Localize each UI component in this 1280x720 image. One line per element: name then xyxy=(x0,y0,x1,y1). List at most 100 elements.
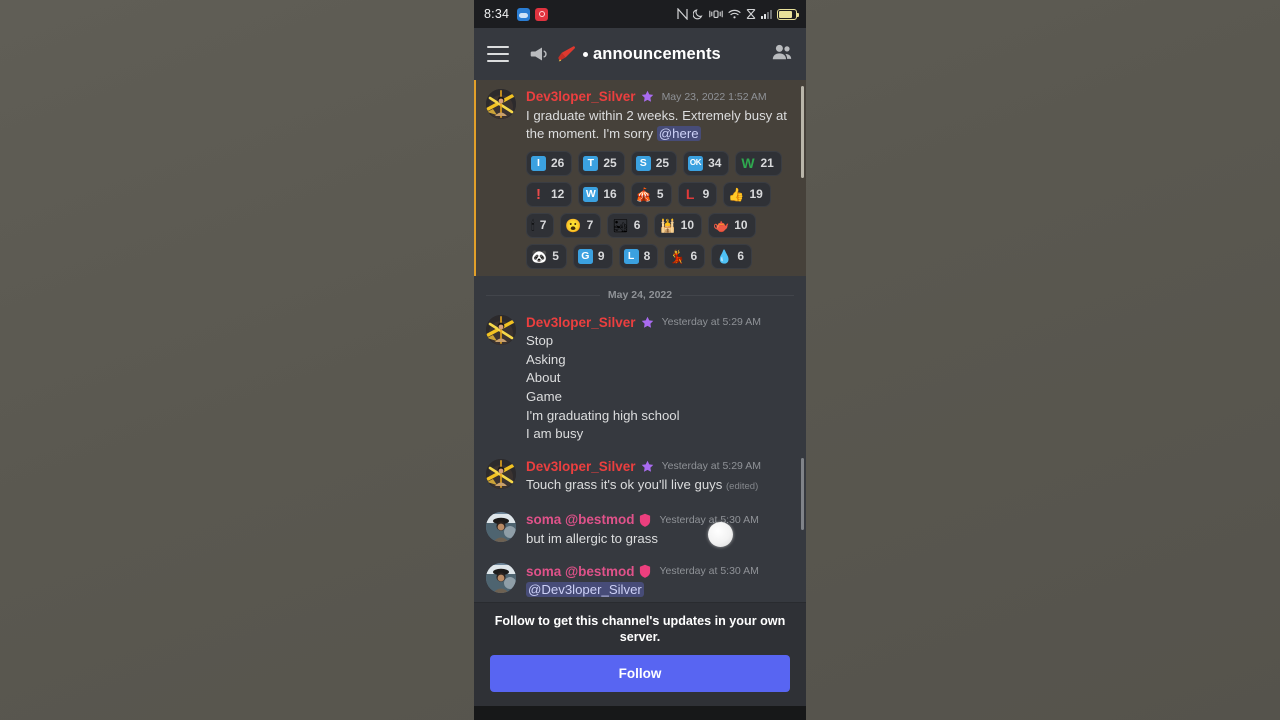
boost-star-badge xyxy=(641,460,653,472)
reaction-chip[interactable]: 😮 7 xyxy=(560,212,602,238)
announcement-megaphone-icon xyxy=(530,47,547,61)
reaction-chip[interactable]: I 26 xyxy=(526,150,573,176)
reaction-chip[interactable]: L9 xyxy=(677,181,718,207)
reaction-count: 21 xyxy=(760,156,774,171)
reaction-chip[interactable]: W 21 xyxy=(735,150,782,176)
message-author[interactable]: Dev3loper_Silver xyxy=(526,316,636,330)
message-text: Stop Asking About Game I'm graduating hi… xyxy=(526,329,794,444)
follow-button[interactable]: Follow xyxy=(490,655,790,692)
message-author[interactable]: soma @bestmod xyxy=(526,565,634,579)
reaction-count: 16 xyxy=(603,187,617,202)
screen-root: 8:34 announcements Dev3loper_Silver May … xyxy=(0,0,1280,720)
message-line: I am busy xyxy=(526,426,584,442)
reaction-chip[interactable]: ! 12 xyxy=(526,181,573,207)
message-item[interactable]: Dev3loper_Silver Yesterday at 5:29 AM St… xyxy=(474,306,806,446)
do-not-disturb-moon-icon xyxy=(693,9,703,20)
reaction-count: 10 xyxy=(680,218,695,233)
regional-indicator-l-icon: L xyxy=(623,248,639,264)
message-timestamp: Yesterday at 5:30 AM xyxy=(659,565,759,578)
message-header: soma @bestmod Yesterday at 5:30 AM xyxy=(526,558,794,579)
avatar[interactable] xyxy=(486,563,516,594)
reaction-chip[interactable]: 💃 6 xyxy=(664,243,706,269)
message-header: soma @bestmod Yesterday at 5:30 AM xyxy=(526,507,794,527)
members-people-icon[interactable] xyxy=(771,42,793,67)
desert-emoji-icon: 🏜 xyxy=(612,217,629,233)
message-author[interactable]: Dev3loper_Silver xyxy=(526,460,636,474)
message-item[interactable]: Dev3loper_Silver Yesterday at 5:29 AM To… xyxy=(474,446,806,499)
avatar[interactable] xyxy=(486,89,516,119)
message-timestamp: Yesterday at 5:29 AM xyxy=(661,460,761,473)
reaction-chip[interactable]: 🐼 5 xyxy=(526,243,567,269)
droplet-emoji-icon: 💧 xyxy=(716,248,733,264)
avatar[interactable] xyxy=(486,511,516,542)
reaction-count: 12 xyxy=(551,187,565,202)
ok-button-icon: OK xyxy=(688,155,704,171)
message-line: I'm graduating high school xyxy=(526,407,680,423)
message-text: Touch grass it's ok you'll live guys (ed… xyxy=(526,473,794,497)
touch-pointer-indicator xyxy=(708,522,733,547)
channel-title-group: announcements xyxy=(583,45,721,64)
channel-icon-group xyxy=(529,44,577,64)
panda-emoji-icon: 🐼 xyxy=(531,248,548,264)
wifi-icon xyxy=(728,9,741,19)
reaction-chip[interactable]: 🕯 7 xyxy=(526,212,555,238)
hamburger-menu-icon[interactable] xyxy=(487,46,509,62)
reaction-chip[interactable]: OK 34 xyxy=(683,150,730,176)
nfc-icon xyxy=(677,8,688,20)
scrollbar-thumb-upper[interactable] xyxy=(800,86,804,178)
message-timestamp: Yesterday at 5:30 AM xyxy=(659,513,759,526)
reaction-count: 6 xyxy=(633,218,641,233)
circus-tent-emoji-icon: 🎪 xyxy=(635,186,652,202)
reaction-chip[interactable]: 💧 6 xyxy=(711,243,752,269)
reaction-count: 6 xyxy=(737,249,744,264)
message-author[interactable]: soma @bestmod xyxy=(526,513,634,527)
reaction-chip[interactable]: 🏜 6 xyxy=(607,212,649,238)
weather-notification-icon xyxy=(517,7,531,21)
reaction-chip[interactable]: 🎪 5 xyxy=(630,181,672,207)
halal-emoji-icon: 🫖 xyxy=(713,217,730,233)
follow-prompt-text: Follow to get this channel's updates in … xyxy=(494,614,786,644)
message-item[interactable]: soma @bestmod Yesterday at 5:30 AM but i… xyxy=(474,499,806,551)
message-body: soma @bestmod Yesterday at 5:30 AM but i… xyxy=(526,507,794,549)
reaction-list: I 26 T 25 S 25 OK 34 W 21! 12 W 16 🎪 5 L 9 👍 19 🕯 7 😮 7 🏜 6 🕌 10 🫖 1… xyxy=(526,150,794,269)
message-author[interactable]: Dev3loper_Silver xyxy=(526,90,636,104)
reaction-chip[interactable]: S 25 xyxy=(630,150,678,176)
message-text: I graduate within 2 weeks. Extremely bus… xyxy=(526,104,794,144)
reaction-chip[interactable]: 🕌 10 xyxy=(654,212,703,238)
reaction-chip[interactable]: L8 xyxy=(618,243,659,269)
reaction-chip[interactable]: W 16 xyxy=(578,181,625,207)
here-mention-chip[interactable]: @here xyxy=(656,126,701,142)
message-list[interactable]: Dev3loper_Silver May 23, 2022 1:52 AM I … xyxy=(474,80,806,602)
signal-bars-icon xyxy=(761,9,772,19)
youtube-notification-icon xyxy=(535,7,549,21)
status-bar-system-icons xyxy=(677,0,799,28)
scrollbar-thumb-lower[interactable] xyxy=(800,458,804,530)
message-line: About xyxy=(526,370,561,386)
phone-viewport: 8:34 announcements Dev3loper_Silver May … xyxy=(474,0,806,720)
boost-star-badge xyxy=(641,90,653,102)
message-item[interactable]: soma @bestmod Yesterday at 5:30 AM @Dev3… xyxy=(474,550,806,602)
unread-dot-icon xyxy=(583,51,588,57)
android-status-bar: 8:34 xyxy=(474,0,806,28)
edited-marker: (edited) xyxy=(726,481,759,493)
avatar[interactable] xyxy=(486,314,516,345)
exclamation-mark-icon: ! xyxy=(536,185,541,203)
reaction-chip[interactable]: T 25 xyxy=(578,150,625,176)
reaction-count: 9 xyxy=(702,187,710,202)
avatar[interactable] xyxy=(486,458,516,489)
message-timestamp: May 23, 2022 1:52 AM xyxy=(661,90,767,103)
message-line: Stop xyxy=(526,333,554,349)
candle-emoji-icon: 🕯 xyxy=(531,217,535,233)
megaphone-emoji xyxy=(558,46,576,62)
reaction-count: 9 xyxy=(597,249,605,264)
message-body: soma @bestmod Yesterday at 5:30 AM @Dev3… xyxy=(526,558,794,600)
reaction-chip[interactable]: 🫖 10 xyxy=(708,212,756,238)
message-text: @Dev3loper_Silver xyxy=(526,578,794,600)
message-item[interactable]: Dev3loper_Silver May 23, 2022 1:52 AM I … xyxy=(474,80,806,276)
moderator-shield-badge xyxy=(640,513,651,527)
user-mention-chip[interactable]: @Dev3loper_Silver xyxy=(526,582,644,598)
reaction-chip[interactable]: 👍 19 xyxy=(723,181,771,207)
channel-header: announcements xyxy=(474,28,806,80)
reaction-chip[interactable]: G9 xyxy=(572,243,613,269)
dancer-emoji-icon: 💃 xyxy=(669,248,686,264)
